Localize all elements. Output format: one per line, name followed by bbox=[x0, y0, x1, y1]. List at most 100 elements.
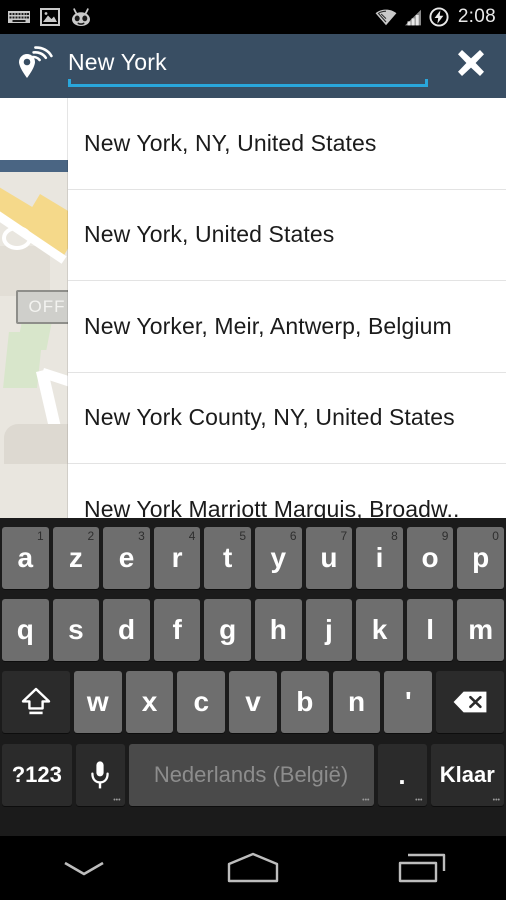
list-item[interactable]: New York Marriott Marquis, Broadw.. bbox=[68, 464, 506, 518]
cellular-signal-icon bbox=[404, 9, 421, 25]
key-y[interactable]: 6 y bbox=[255, 527, 302, 589]
done-key[interactable]: Klaar ••• bbox=[430, 744, 504, 806]
key-alt-label: 4 bbox=[188, 529, 196, 543]
key-label: y bbox=[270, 542, 287, 573]
key-label: Nederlands (België) bbox=[153, 762, 349, 787]
map-building-block bbox=[0, 246, 50, 296]
key-apostrophe[interactable]: ' bbox=[384, 671, 433, 733]
map-building-block-2 bbox=[4, 424, 68, 464]
key-label: j bbox=[325, 614, 333, 645]
key-d[interactable]: d bbox=[103, 599, 150, 661]
key-l[interactable]: l bbox=[406, 599, 454, 661]
key-v[interactable]: v bbox=[229, 671, 277, 733]
key-x[interactable]: x bbox=[125, 671, 174, 733]
key-label: n bbox=[347, 686, 366, 717]
key-n[interactable]: n bbox=[332, 671, 381, 733]
key-k[interactable]: k bbox=[356, 599, 403, 661]
key-e[interactable]: 3 e bbox=[103, 527, 150, 589]
key-q[interactable]: q bbox=[2, 599, 49, 661]
key-alt-label: 2 bbox=[87, 529, 95, 543]
key-label: e bbox=[118, 542, 135, 573]
close-x-icon[interactable] bbox=[436, 46, 506, 86]
key-i[interactable]: 8 i bbox=[356, 527, 403, 589]
map-blue-band bbox=[0, 160, 68, 172]
map-canvas: Goo aat Sin bbox=[0, 172, 68, 518]
search-input[interactable]: New York bbox=[68, 34, 436, 98]
recent-apps-icon[interactable] bbox=[367, 836, 477, 900]
key-p[interactable]: 0 p bbox=[457, 527, 504, 589]
symbols-toggle-key[interactable]: ?123 bbox=[2, 744, 72, 806]
key-u[interactable]: 7 u bbox=[305, 527, 353, 589]
key-s[interactable]: s bbox=[52, 599, 100, 661]
key-label: c bbox=[193, 686, 210, 717]
key-label: x bbox=[141, 686, 158, 717]
key-z[interactable]: 2 z bbox=[52, 527, 100, 589]
battery-charging-icon bbox=[429, 7, 449, 27]
key-label: s bbox=[68, 614, 84, 645]
key-label: h bbox=[269, 614, 287, 645]
key-label: . bbox=[398, 759, 406, 790]
key-j[interactable]: j bbox=[305, 599, 353, 661]
key-longpress-hint: ••• bbox=[113, 797, 121, 804]
location-broadcast-icon[interactable] bbox=[0, 45, 68, 87]
key-longpress-hint: ••• bbox=[492, 797, 500, 804]
status-bar-left-icons bbox=[8, 7, 92, 27]
key-label: w bbox=[86, 686, 109, 717]
navigation-bar bbox=[0, 836, 506, 900]
key-b[interactable]: b bbox=[280, 671, 329, 733]
key-longpress-hint: ••• bbox=[415, 797, 423, 804]
key-alt-label: 5 bbox=[239, 529, 246, 543]
key-label: o bbox=[421, 542, 439, 573]
hide-keyboard-chevron-down-icon[interactable] bbox=[29, 836, 139, 900]
cyanogenmod-icon bbox=[72, 7, 90, 26]
suggestion-label: New York, NY, United States bbox=[84, 129, 377, 156]
keyboard-row-3: w x c v b n ' bbox=[0, 666, 506, 738]
key-alt-label: 0 bbox=[492, 529, 499, 543]
keyboard-row-2: q s d f g h j k l m bbox=[0, 594, 506, 666]
key-m[interactable]: m bbox=[457, 599, 504, 661]
key-alt-label: 8 bbox=[391, 529, 398, 543]
key-label: l bbox=[426, 614, 434, 645]
key-label: k bbox=[371, 614, 388, 645]
key-a[interactable]: 1 a bbox=[2, 527, 49, 589]
key-t[interactable]: 5 t bbox=[204, 527, 251, 589]
key-label: f bbox=[172, 614, 182, 645]
key-f[interactable]: f bbox=[153, 599, 201, 661]
status-bar-clock: 2:08 bbox=[457, 6, 496, 27]
search-action-bar: New York bbox=[0, 34, 506, 98]
key-alt-label: 1 bbox=[36, 529, 44, 543]
suggestion-label: New York Marriott Marquis, Broadw.. bbox=[84, 496, 460, 518]
home-icon[interactable] bbox=[198, 836, 308, 900]
key-alt-label: 9 bbox=[441, 529, 449, 543]
key-label: d bbox=[117, 614, 136, 645]
key-o[interactable]: 9 o bbox=[406, 527, 454, 589]
microphone-icon[interactable]: ••• bbox=[75, 744, 125, 806]
period-key[interactable]: . ••• bbox=[377, 744, 427, 806]
key-alt-label: 7 bbox=[340, 529, 348, 543]
key-label: a bbox=[17, 542, 34, 573]
key-label: r bbox=[171, 542, 183, 573]
list-item[interactable]: New York, United States bbox=[68, 190, 506, 281]
screenshot-image-icon bbox=[40, 8, 60, 26]
key-g[interactable]: g bbox=[204, 599, 251, 661]
key-w[interactable]: w bbox=[73, 671, 122, 733]
space-key[interactable]: Nederlands (België) ••• bbox=[128, 744, 374, 806]
key-h[interactable]: h bbox=[255, 599, 302, 661]
list-item[interactable]: New Yorker, Meir, Antwerp, Belgium bbox=[68, 281, 506, 373]
list-item[interactable]: New York County, NY, United States bbox=[68, 373, 506, 464]
list-item[interactable]: New York, NY, United States bbox=[68, 98, 506, 190]
suggestion-label: New Yorker, Meir, Antwerp, Belgium bbox=[84, 312, 452, 339]
key-label: b bbox=[296, 686, 314, 717]
key-label: p bbox=[472, 542, 490, 573]
key-alt-label: 6 bbox=[289, 529, 297, 543]
key-alt-label: 3 bbox=[138, 529, 145, 543]
key-label: g bbox=[219, 614, 237, 645]
key-label: t bbox=[223, 542, 233, 573]
map-road-loop bbox=[2, 226, 32, 250]
shift-caps-icon[interactable] bbox=[2, 671, 70, 733]
key-r[interactable]: 4 r bbox=[153, 527, 201, 589]
key-c[interactable]: c bbox=[177, 671, 226, 733]
status-bar: 2:08 bbox=[0, 0, 506, 34]
backspace-icon[interactable] bbox=[436, 671, 505, 733]
soft-keyboard: 1 a 2 z 3 e 4 r 5 t 6 y 7 u 8 i 9 o 0 p … bbox=[0, 518, 506, 836]
